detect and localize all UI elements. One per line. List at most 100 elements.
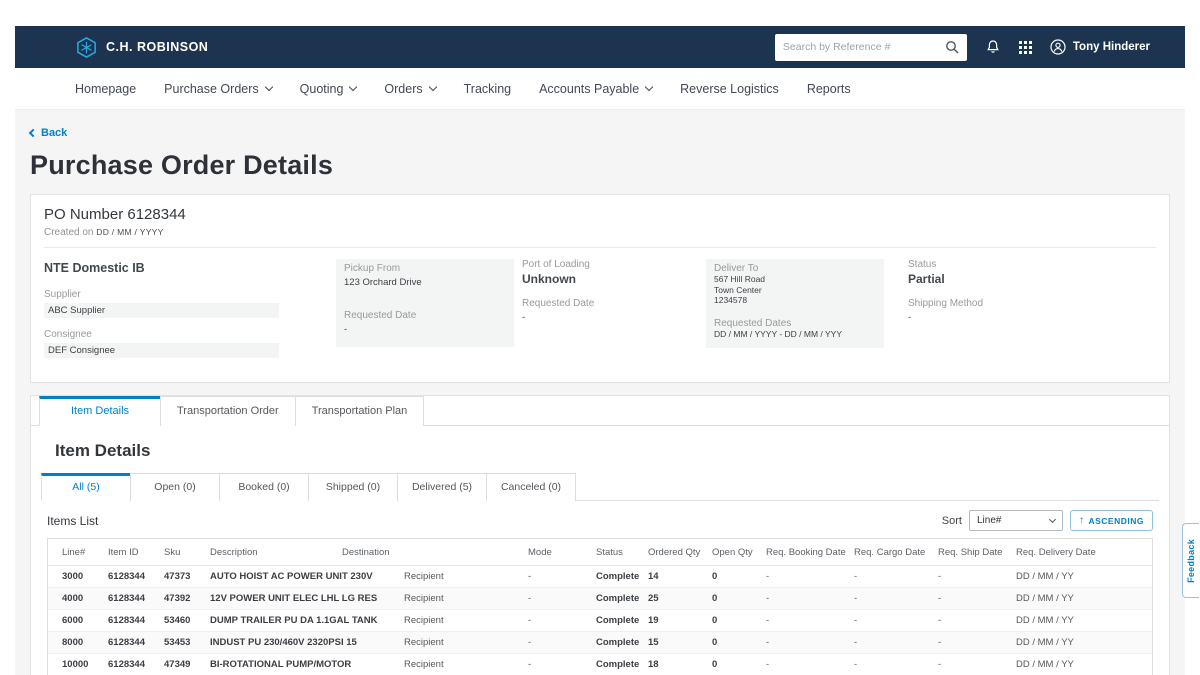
subtab-shipped-0[interactable]: Shipped (0) — [308, 473, 398, 501]
table-row[interactable]: 6000612834453460DUMP TRAILER PU DA 1.1GA… — [48, 610, 1152, 632]
po-number: PO Number 6128344 — [44, 206, 1156, 223]
column-header-destination[interactable]: Destination — [338, 539, 524, 566]
nav-item-quoting[interactable]: Quoting — [300, 82, 357, 96]
brand[interactable]: C.H. ROBINSON — [75, 36, 208, 59]
subtab-booked-0[interactable]: Booked (0) — [219, 473, 309, 501]
cell: - — [524, 632, 592, 654]
sort-direction-button[interactable]: ↑ ASCENDING — [1070, 510, 1153, 531]
subtab-all-5[interactable]: All (5) — [41, 473, 131, 501]
nav-item-label: Accounts Payable — [539, 82, 639, 96]
cell: 0 — [708, 654, 762, 675]
cell: 8000 — [48, 632, 104, 654]
nav-item-label: Orders — [384, 82, 422, 96]
nav-item-reverse-logistics[interactable]: Reverse Logistics — [680, 82, 779, 96]
pickup-from-label: Pickup From — [344, 263, 506, 274]
topbar: C.H. ROBINSON — [15, 26, 1185, 68]
chevron-down-icon — [1049, 516, 1056, 523]
column-header-req-booking-date[interactable]: Req. Booking Date — [762, 539, 850, 566]
nav-item-purchase-orders[interactable]: Purchase Orders — [164, 82, 271, 96]
cell: 12V POWER UNIT ELEC LHL LG RES — [206, 588, 338, 610]
nav-item-label: Reports — [807, 82, 851, 96]
cell: 53460 — [160, 610, 206, 632]
grid-dot — [1019, 51, 1022, 54]
items-table: Line#Item IDSkuDescriptionDestinationMod… — [47, 538, 1153, 675]
grid-dot — [1024, 51, 1027, 54]
chevron-down-icon — [645, 83, 653, 91]
cell: DD / MM / YY — [1012, 632, 1152, 654]
cell: - — [762, 588, 850, 610]
cell: AUTO HOIST AC POWER UNIT 230V — [206, 566, 338, 588]
cell: DD / MM / YY — [1012, 654, 1152, 675]
pickup-requested-date-label: Requested Date — [344, 310, 506, 321]
column-header-line[interactable]: Line# — [48, 539, 104, 566]
cell: Complete — [592, 654, 644, 675]
po-fields-grid: NTE Domestic IB Supplier ABC Supplier Co… — [44, 259, 1156, 369]
subtab-delivered-5[interactable]: Delivered (5) — [397, 473, 487, 501]
column-header-item-id[interactable]: Item ID — [104, 539, 160, 566]
tab-transportation-order[interactable]: Transportation Order — [160, 396, 296, 426]
cell: - — [762, 566, 850, 588]
column-header-open-qty[interactable]: Open Qty — [708, 539, 762, 566]
cell: 6128344 — [104, 610, 160, 632]
column-header-mode[interactable]: Mode — [524, 539, 592, 566]
column-header-req-ship-date[interactable]: Req. Ship Date — [934, 539, 1012, 566]
chevron-left-icon — [29, 129, 37, 137]
pickup-requested-date-value: - — [344, 324, 506, 335]
cell: - — [524, 588, 592, 610]
feedback-tab[interactable]: Feedback — [1182, 523, 1199, 598]
apps-grid-icon[interactable] — [1019, 41, 1032, 54]
column-header-ordered-qty[interactable]: Ordered Qty — [644, 539, 708, 566]
column-header-sku[interactable]: Sku — [160, 539, 206, 566]
table-row[interactable]: 10000612834447349BI-ROTATIONAL PUMP/MOTO… — [48, 654, 1152, 675]
section-heading: Item Details — [55, 441, 1159, 461]
tab-transportation-plan[interactable]: Transportation Plan — [295, 396, 425, 426]
nav-item-tracking[interactable]: Tracking — [464, 82, 511, 96]
column-header-req-delivery-date[interactable]: Req. Delivery Date — [1012, 539, 1152, 566]
deliver-to-label: Deliver To — [714, 263, 876, 274]
table-row[interactable]: 400061283444739212V POWER UNIT ELEC LHL … — [48, 588, 1152, 610]
cell: - — [524, 566, 592, 588]
cell: 0 — [708, 566, 762, 588]
back-link[interactable]: Back — [30, 127, 67, 139]
cell: 4000 — [48, 588, 104, 610]
cell: - — [762, 654, 850, 675]
cell: - — [850, 588, 934, 610]
cell: 14 — [644, 566, 708, 588]
column-header-req-cargo-date[interactable]: Req. Cargo Date — [850, 539, 934, 566]
nav-item-accounts-payable[interactable]: Accounts Payable — [539, 82, 652, 96]
search-box[interactable] — [775, 34, 967, 61]
user-menu[interactable]: Tony Hinderer — [1050, 39, 1150, 55]
grid-dot — [1029, 51, 1032, 54]
tab-item-details[interactable]: Item Details — [39, 396, 161, 426]
supplier-value: ABC Supplier — [44, 303, 279, 318]
cell: 47373 — [160, 566, 206, 588]
cell: 18 — [644, 654, 708, 675]
search-input[interactable] — [783, 41, 945, 53]
topbar-actions: Tony Hinderer — [775, 34, 1150, 61]
grid-dot — [1024, 41, 1027, 44]
cell: 0 — [708, 632, 762, 654]
sort-select[interactable]: Line# — [969, 510, 1063, 531]
deliver-to-line3: 1234578 — [714, 295, 876, 306]
column-header-description[interactable]: Description — [206, 539, 338, 566]
nav-item-label: Reverse Logistics — [680, 82, 779, 96]
nav-item-reports[interactable]: Reports — [807, 82, 851, 96]
sort-label: Sort — [942, 515, 962, 527]
table-row[interactable]: 3000612834447373AUTO HOIST AC POWER UNIT… — [48, 566, 1152, 588]
search-icon[interactable] — [945, 40, 959, 54]
column-header-status[interactable]: Status — [592, 539, 644, 566]
table-row[interactable]: 8000612834453453INDUST PU 230/460V 2320P… — [48, 632, 1152, 654]
cell: DD / MM / YY — [1012, 610, 1152, 632]
nav-item-orders[interactable]: Orders — [384, 82, 435, 96]
cell: 25 — [644, 588, 708, 610]
nav-item-homepage[interactable]: Homepage — [75, 82, 136, 96]
cell: - — [524, 610, 592, 632]
app-window: C.H. ROBINSON — [15, 26, 1185, 675]
deliver-to-line2: Town Center — [714, 285, 876, 296]
deliver-panel: Deliver To 567 Hill Road Town Center 123… — [706, 259, 884, 348]
subtab-open-0[interactable]: Open (0) — [130, 473, 220, 501]
cell: BI-ROTATIONAL PUMP/MOTOR — [206, 654, 338, 675]
notifications-bell-icon[interactable] — [985, 39, 1001, 55]
subtab-canceled-0[interactable]: Canceled (0) — [486, 473, 576, 501]
cell: DUMP TRAILER PU DA 1.1GAL TANK — [206, 610, 338, 632]
